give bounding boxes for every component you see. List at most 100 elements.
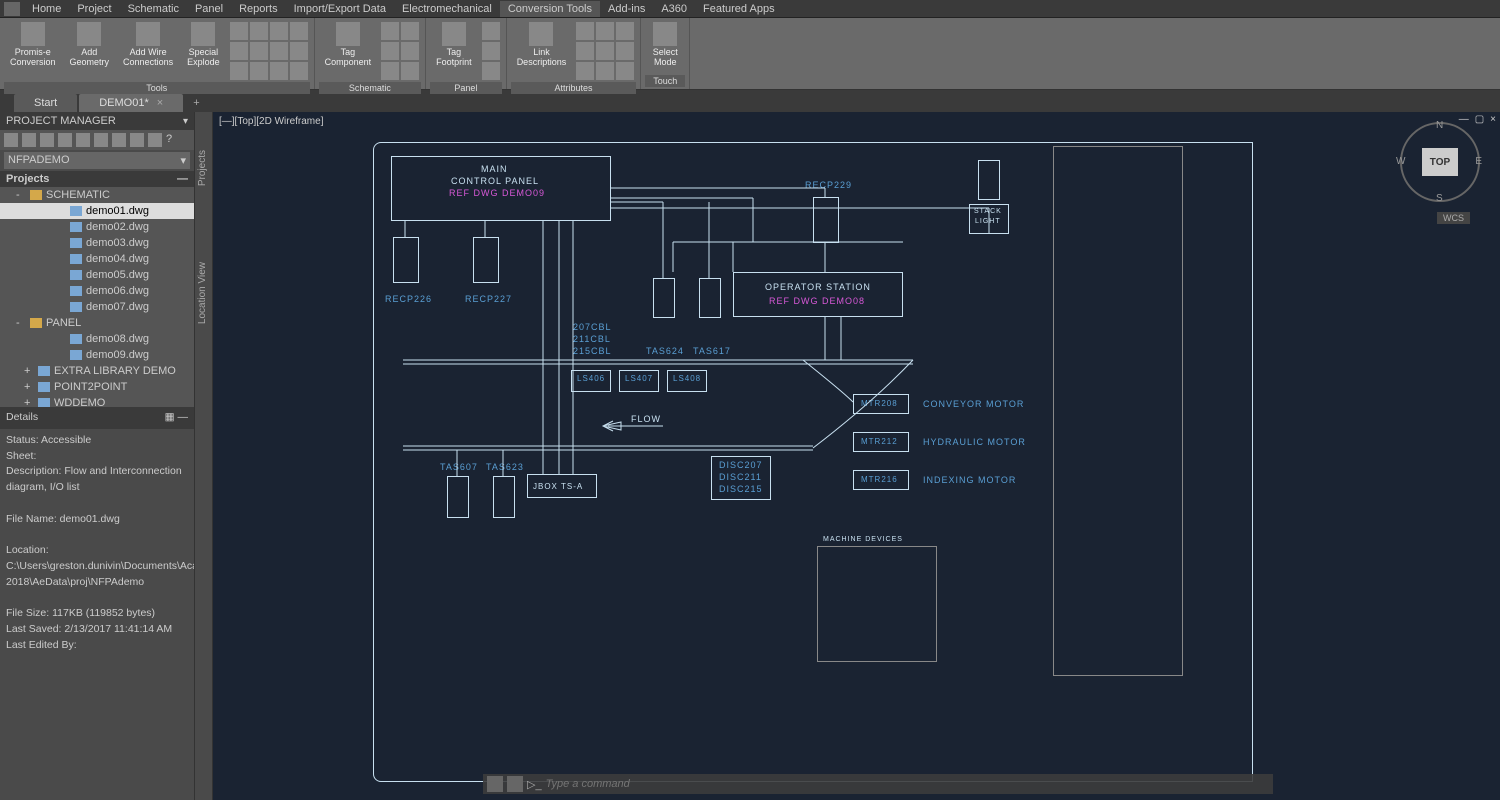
tree-item[interactable]: demo02.dwg [0,219,194,235]
app-menu-icon[interactable] [4,2,20,16]
add-tab-button[interactable]: + [185,94,207,112]
tag-icon [336,22,360,46]
small-tool-7[interactable] [270,42,288,60]
side-tabs: Projects Location View [195,112,213,800]
menu-project[interactable]: Project [69,1,119,17]
pm-tool-8[interactable] [130,133,144,147]
cmd-opt-icon[interactable] [507,776,523,792]
small-tool-9[interactable] [230,62,248,80]
group-label-schematic: Schematic [319,82,422,94]
pm-tool-5[interactable] [76,133,90,147]
drawing-canvas[interactable]: [—][Top][2D Wireframe] —▢× TOP N S E W W… [213,112,1500,800]
explode-icon [191,22,215,46]
add-geometry-button[interactable]: AddGeometry [64,20,116,70]
side-tab-location[interactable]: Location View [195,254,210,332]
menu-a360[interactable]: A360 [653,1,695,17]
pm-tool-9[interactable] [148,133,162,147]
tree-item[interactable]: demo01.dwg [0,203,194,219]
tag-component-button[interactable]: TagComponent [319,20,378,70]
tree-item[interactable]: demo07.dwg [0,299,194,315]
small-tool-3[interactable] [270,22,288,40]
menu-schematic[interactable]: Schematic [120,1,187,17]
ribbon-group-touch: SelectMode Touch [641,18,690,89]
ribbon-group-schematic: TagComponent Schematic [315,18,427,89]
tree-item[interactable]: demo08.dwg [0,331,194,347]
detail-saved: Last Saved: 2/13/2017 11:41:14 AM [6,622,188,638]
cmd-close-icon[interactable] [487,776,503,792]
menu-addins[interactable]: Add-ins [600,1,653,17]
details-opt-icon[interactable]: ▦ [165,411,175,423]
tab-close-icon[interactable]: × [157,97,163,109]
viewport-label[interactable]: [—][Top][2D Wireframe] [219,116,323,127]
side-tab-projects[interactable]: Projects [195,142,210,194]
tree-item[interactable]: demo04.dwg [0,251,194,267]
add-wire-button[interactable]: Add WireConnections [117,20,179,70]
tag-footprint-button[interactable]: TagFootprint [430,20,478,70]
recp229 [813,197,839,243]
small-tool-12[interactable] [290,62,308,80]
small-tool-11[interactable] [270,62,288,80]
details-min-icon[interactable]: — [178,411,189,423]
tree-item[interactable]: demo09.dwg [0,347,194,363]
pm-tool-4[interactable] [58,133,72,147]
pm-tool-3[interactable] [40,133,54,147]
tree-item[interactable]: demo06.dwg [0,283,194,299]
pm-tool-2[interactable] [22,133,36,147]
pm-menu-icon[interactable]: ▾ [183,116,188,127]
tree-item[interactable]: demo05.dwg [0,267,194,283]
tree-item[interactable]: +EXTRA LIBRARY DEMO [0,363,194,379]
small-tool-1[interactable] [230,22,248,40]
command-line: ▷_ [483,774,1273,794]
tree-item[interactable]: +WDDEMO [0,395,194,407]
small-tool-4[interactable] [290,22,308,40]
pm-toolbar: ? [0,130,194,150]
vp-close-icon[interactable]: × [1490,114,1496,125]
operator-station [733,272,903,317]
detail-loc: Location: C:\Users\greston.dunivin\Docum… [6,543,188,590]
menu-reports[interactable]: Reports [231,1,286,17]
link-icon [529,22,553,46]
pm-tool-1[interactable] [4,133,18,147]
tree-item[interactable]: +POINT2POINT [0,379,194,395]
menu-featured-apps[interactable]: Featured Apps [695,1,783,17]
special-explode-button[interactable]: SpecialExplode [181,20,226,70]
tree-item[interactable]: -PANEL [0,315,194,331]
menu-import-export[interactable]: Import/Export Data [286,1,394,17]
detail-edited: Last Edited By: [6,638,188,654]
pm-tool-6[interactable] [94,133,108,147]
detail-sheet: Sheet: [6,449,188,465]
recp226 [393,237,419,283]
tab-demo01[interactable]: DEMO01*× [79,94,183,112]
small-tool-6[interactable] [250,42,268,60]
small-tool-8[interactable] [290,42,308,60]
small-tool-2[interactable] [250,22,268,40]
link-descriptions-button[interactable]: LinkDescriptions [511,20,573,70]
cmd-prompt-icon: ▷_ [527,778,542,791]
project-select[interactable]: NFPADEMO▾ [4,152,190,169]
small-tool-10[interactable] [250,62,268,80]
menu-conversion-tools[interactable]: Conversion Tools [500,1,600,17]
detail-status: Status: Accessible [6,433,188,449]
small-tool-5[interactable] [230,42,248,60]
tab-start[interactable]: Start [14,94,77,112]
tree-item[interactable]: -SCHEMATIC [0,187,194,203]
menu-electromechanical[interactable]: Electromechanical [394,1,500,17]
command-input[interactable] [546,778,1269,790]
pm-tool-7[interactable] [112,133,126,147]
ribbon: Promis-eConversion AddGeometry Add WireC… [0,18,1500,90]
menu-home[interactable]: Home [24,1,69,17]
tas623 [493,476,515,518]
detail-desc: Description: Flow and Interconnection di… [6,464,188,496]
detail-fname: File Name: demo01.dwg [6,512,188,528]
recp227 [473,237,499,283]
select-mode-button[interactable]: SelectMode [645,20,685,70]
pm-help-icon[interactable]: ? [166,133,180,147]
schematic-sheet: MAIN CONTROL PANEL REF DWG DEMO09 RECP22… [373,142,1473,782]
menu-panel[interactable]: Panel [187,1,231,17]
projects-header[interactable]: Projects— [0,171,194,187]
tree-item[interactable]: demo03.dwg [0,235,194,251]
machine-devices-table [817,546,937,662]
chevron-down-icon: ▾ [180,154,186,167]
promise-conversion-button[interactable]: Promis-eConversion [4,20,62,70]
group-label-attributes: Attributes [511,82,637,94]
